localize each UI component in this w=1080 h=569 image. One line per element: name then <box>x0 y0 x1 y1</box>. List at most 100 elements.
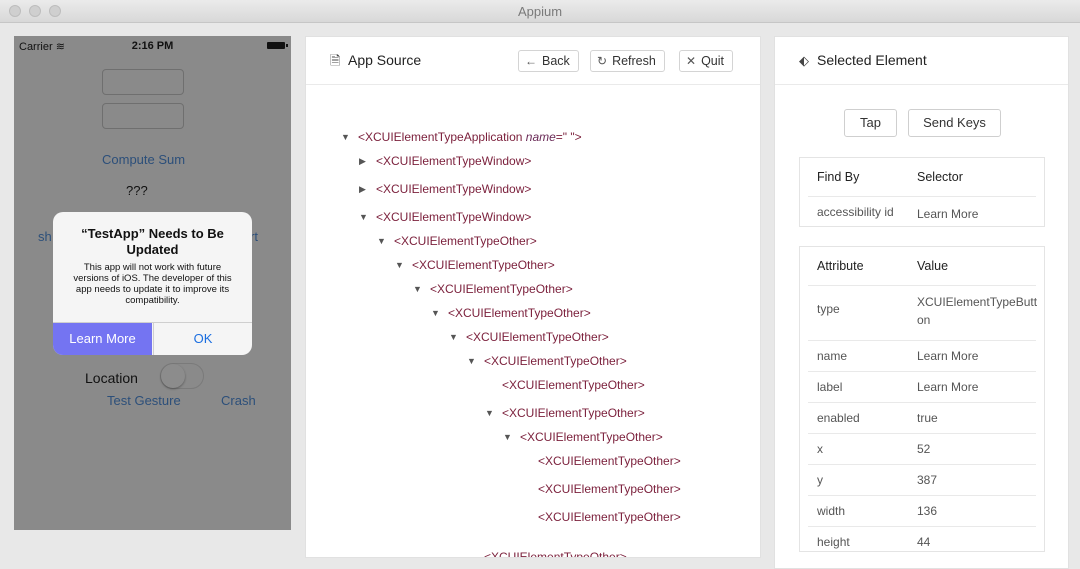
tree-node[interactable]: <XCUIElementTypeOther> <box>466 330 609 344</box>
first-number-field[interactable] <box>102 69 184 95</box>
expanded-caret-icon[interactable]: ▼ <box>341 132 350 142</box>
table-row: accessibility id Learn More <box>808 196 1036 228</box>
attribute-key: name <box>817 349 848 363</box>
tree-node[interactable]: <XCUIElementTypeOther> <box>484 354 627 368</box>
window-title: Appium <box>517 4 563 19</box>
node-tag: <XCUIElementTypeOther> <box>502 378 645 392</box>
header-divider <box>306 84 760 85</box>
attribute-key: enabled <box>817 411 860 425</box>
collapsed-caret-icon[interactable]: ▶ <box>359 156 366 167</box>
node-tag: <XCUIElementTypeApplication <box>358 130 523 144</box>
expanded-caret-icon[interactable]: ▼ <box>485 408 494 418</box>
close-icon: ✕ <box>686 54 697 68</box>
attribute-key: height <box>817 535 850 549</box>
attribute-key: y <box>817 473 823 487</box>
expanded-caret-icon[interactable]: ▼ <box>503 432 512 442</box>
table-row: height 44 <box>808 526 1036 553</box>
find-by-key: accessibility id <box>817 205 894 219</box>
show-alert-button[interactable]: sh <box>38 229 52 244</box>
back-button[interactable]: ← Back <box>518 50 579 72</box>
app-source-panel: 🗎 App Source ← Back ↻ Refresh ✕ Quit ▼ <XCUIE… <box>305 36 761 558</box>
test-gesture-button[interactable]: Test Gesture <box>107 393 181 408</box>
node-tag: <XCUIElementTypeOther> <box>448 306 591 320</box>
expanded-caret-icon[interactable]: ▼ <box>395 260 404 270</box>
crash-button[interactable]: Crash <box>221 393 256 408</box>
tree-node[interactable]: <XCUIElementTypeOther> <box>520 430 663 444</box>
compute-sum-button[interactable]: Compute Sum <box>102 152 185 167</box>
location-switch[interactable] <box>160 363 204 389</box>
ios-alert-dialog: “TestApp” Needs to Be Updated This app w… <box>53 212 252 355</box>
tree-node[interactable]: <XCUIElementTypeOther> <box>538 454 681 468</box>
attribute-value: 52 <box>917 442 931 456</box>
location-label: Location <box>85 370 138 386</box>
table-row: label Learn More <box>808 371 1036 403</box>
tree-node[interactable]: <XCUIElementTypeWindow> <box>376 210 531 224</box>
table-row: name Learn More <box>808 340 1036 372</box>
node-tag: <XCUIElementTypeOther> <box>394 234 537 248</box>
ok-button[interactable]: OK <box>153 323 252 355</box>
table-row: width 136 <box>808 495 1036 527</box>
tap-button[interactable]: Tap <box>844 109 897 137</box>
attribute-value: 44 <box>917 535 931 549</box>
tree-node[interactable]: <XCUIElementTypeOther> <box>448 306 591 320</box>
node-tag: <XCUIElementTypeOther> <box>412 258 555 272</box>
node-tag: <XCUIElementTypeOther> <box>520 430 663 444</box>
tag-icon: ⬖ <box>799 53 809 68</box>
node-tag: <XCUIElementTypeWindow> <box>376 182 532 196</box>
expanded-caret-icon[interactable]: ▼ <box>359 212 368 222</box>
refresh-label: Refresh <box>612 54 656 68</box>
node-tag: <XCUIElementTypeOther> <box>538 454 681 468</box>
tree-node[interactable]: <XCUIElementTypeOther> <box>394 234 537 248</box>
tree-node[interactable]: <XCUIElementTypeOther> <box>412 258 555 272</box>
tree-node[interactable]: <XCUIElementTypeWindow> <box>376 182 531 196</box>
back-label: Back <box>542 54 570 68</box>
selected-element-panel: ⬖ Selected Element Tap Send Keys Find By … <box>774 36 1069 569</box>
expanded-caret-icon[interactable]: ▼ <box>449 332 458 342</box>
collapsed-caret-icon[interactable]: ▶ <box>359 184 366 195</box>
node-tag: <XCUIElementTypeOther> <box>484 550 627 558</box>
find-by-table: Find By Selector accessibility id Learn … <box>799 157 1045 227</box>
attribute-key: label <box>817 380 843 394</box>
switch-knob <box>161 364 185 388</box>
arrow-left-icon: ← <box>525 54 537 68</box>
sum-result-label: ??? <box>126 183 148 198</box>
tree-node[interactable]: <XCUIElementTypeOther> <box>430 282 573 296</box>
send-keys-button[interactable]: Send Keys <box>908 109 1001 137</box>
refresh-button[interactable]: ↻ Refresh <box>590 50 665 72</box>
attribute-value: 387 <box>917 473 938 487</box>
node-tag: <XCUIElementTypeOther> <box>538 482 681 496</box>
second-number-field[interactable] <box>102 103 184 129</box>
tree-node[interactable]: <XCUIElementTypeOther> <box>538 510 681 524</box>
document-icon: 🗎 <box>330 53 341 68</box>
tree-node[interactable]: <XCUIElementTypeWindow> <box>376 154 531 168</box>
tree-node[interactable]: <XCUIElementTypeOther> <box>538 482 681 496</box>
expanded-caret-icon[interactable]: ▼ <box>431 308 440 318</box>
quit-label: Quit <box>701 54 724 68</box>
window-titlebar: Appium <box>0 0 1080 23</box>
expanded-caret-icon[interactable]: ▼ <box>413 284 422 294</box>
node-attribute-value: =" "> <box>555 130 582 144</box>
tree-node[interactable]: <XCUIElementTypeOther> <box>502 378 645 392</box>
selected-element-title: Selected Element <box>817 52 927 68</box>
quit-button[interactable]: ✕ Quit <box>679 50 733 72</box>
expanded-caret-icon[interactable]: ▼ <box>377 236 386 246</box>
table-row: y 387 <box>808 464 1036 496</box>
tree-node[interactable]: <XCUIElementTypeOther> <box>484 550 627 558</box>
alert-buttons: Learn More OK <box>53 322 252 355</box>
attribute-value: XCUIElementTypeButton <box>917 295 1038 327</box>
attribute-key: type <box>817 302 840 316</box>
find-by-column: Find By <box>817 170 860 184</box>
alert-message: This app will not work with future versi… <box>73 262 232 306</box>
table-row: x 52 <box>808 433 1036 465</box>
learn-more-button[interactable]: Learn More <box>53 323 152 355</box>
node-tag: <XCUIElementTypeWindow> <box>376 210 532 224</box>
tree-node[interactable]: <XCUIElementTypeApplication name=" "> <box>358 130 582 144</box>
node-tag: <XCUIElementTypeOther> <box>502 406 645 420</box>
tree-node[interactable]: <XCUIElementTypeOther> <box>502 406 645 420</box>
expanded-caret-icon[interactable]: ▼ <box>467 356 476 366</box>
node-tag: <XCUIElementTypeOther> <box>538 510 681 524</box>
selected-element-header: ⬖ Selected Element <box>799 52 927 69</box>
attribute-value: Learn More <box>917 349 979 363</box>
header-divider <box>775 84 1068 85</box>
attribute-value: Learn More <box>917 380 979 394</box>
